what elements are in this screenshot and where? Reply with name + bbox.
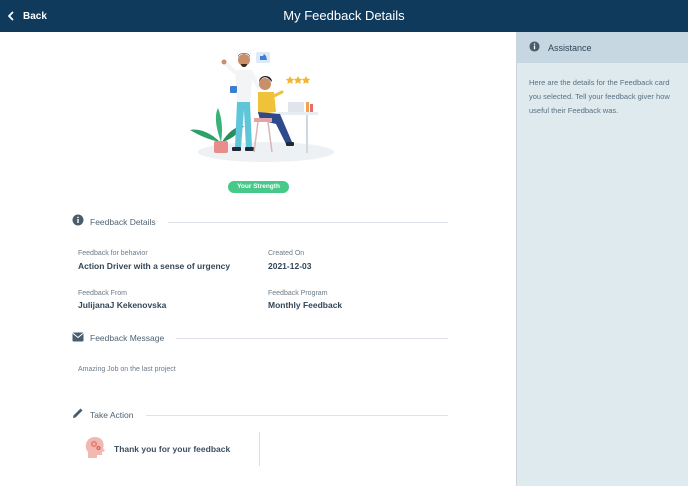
top-bar: Back My Feedback Details <box>0 0 688 32</box>
created-on-value: 2021-12-03 <box>268 261 312 271</box>
feedback-message-title: Feedback Message <box>90 333 165 343</box>
feedback-details-title: Feedback Details <box>90 217 156 227</box>
behavior-label: Feedback for behavior <box>78 250 148 257</box>
feedback-from-value: JulijanaJ Kekenovska <box>78 300 167 310</box>
assistance-title: Assistance <box>548 42 592 53</box>
divider <box>176 338 448 339</box>
envelope-icon <box>72 329 84 347</box>
feedback-program-label: Feedback Program <box>268 290 328 297</box>
thank-you-label: Thank you for your feedback <box>114 444 231 454</box>
feedback-illustration <box>188 46 338 164</box>
pencil-icon <box>72 406 84 424</box>
info-icon <box>72 213 84 231</box>
page-title: My Feedback Details <box>283 8 405 23</box>
feedback-from-label: Feedback From <box>78 290 128 297</box>
divider <box>168 222 448 223</box>
assistance-text: Here are the details for the Feedback ca… <box>529 78 670 115</box>
assistance-header: Assistance <box>517 32 688 63</box>
feedback-program-value: Monthly Feedback <box>268 300 343 310</box>
created-on-label: Created On <box>268 250 305 257</box>
feedback-message-heading: Feedback Message <box>72 331 164 345</box>
head-gears-icon <box>84 434 106 465</box>
thank-you-action-button[interactable]: Thank you for your feedback <box>78 432 260 466</box>
feedback-message-text: Amazing Job on the last project <box>78 366 176 373</box>
divider <box>146 415 448 416</box>
info-icon <box>529 39 540 57</box>
take-action-heading: Take Action <box>72 408 133 422</box>
assistance-panel: Assistance Here are the details for the … <box>516 32 688 486</box>
take-action-title: Take Action <box>90 410 134 420</box>
strength-badge: Your Strength <box>228 181 289 193</box>
behavior-value: Action Driver with a sense of urgency <box>78 261 231 271</box>
feedback-details-heading: Feedback Details <box>72 213 156 231</box>
